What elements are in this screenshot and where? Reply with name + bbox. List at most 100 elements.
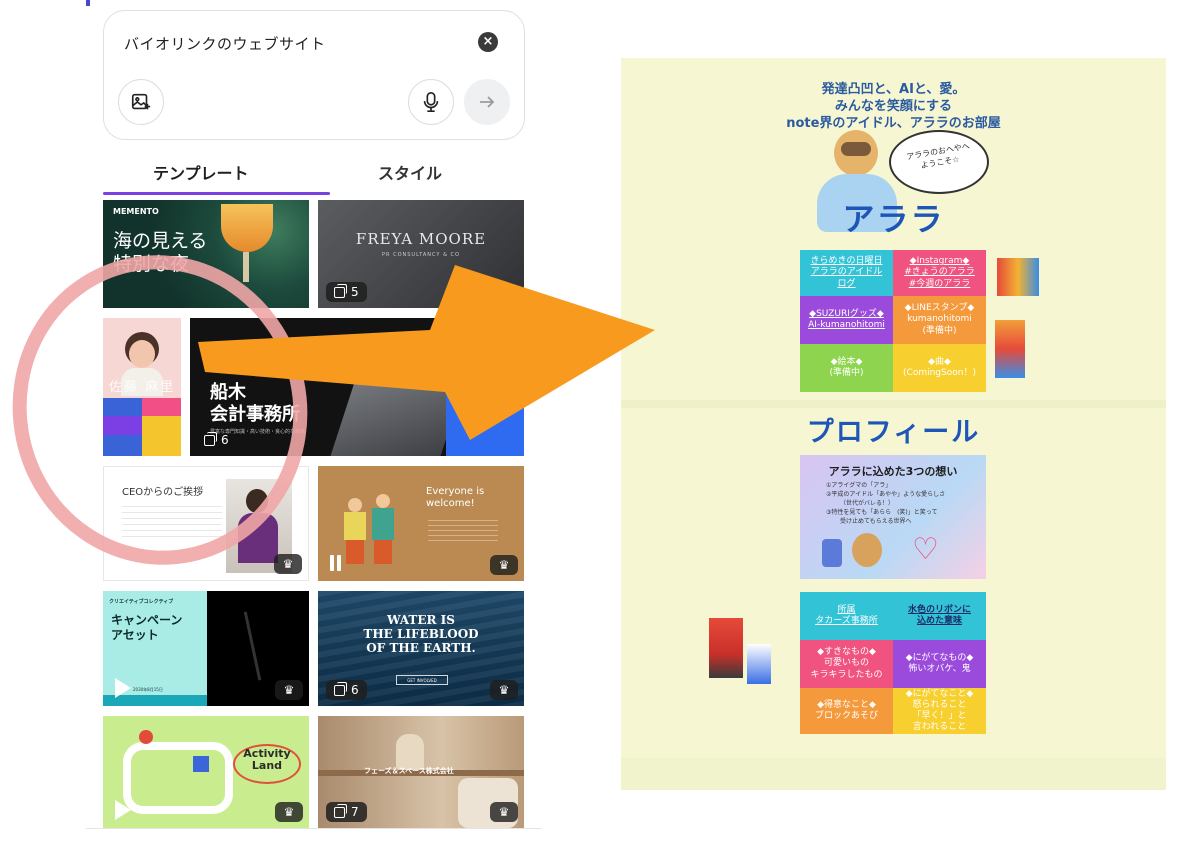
active-tab-indicator [103, 192, 330, 195]
figure-1-head [348, 498, 362, 512]
ceo-body-text [122, 501, 222, 541]
activity-dot-2 [193, 756, 209, 772]
profile-card-title: アララに込めた3つの想い [828, 465, 958, 478]
add-image-button[interactable] [118, 79, 164, 125]
activity-dot-1 [139, 730, 153, 744]
template-activity-land[interactable]: Activity Land ♛ [103, 716, 309, 828]
template-water[interactable]: WATER IS THE LIFEBLOOD OF THE EARTH. GET… [318, 591, 524, 706]
profile-dislikes: ◆にがてなもの◆ 怖いオバケ、鬼 [893, 640, 986, 688]
profile-skills-label: ◆得意なこと◆ ブロックあそび [814, 699, 878, 721]
everyone-body-text [428, 516, 498, 544]
sato-block-2 [142, 398, 181, 416]
mascot-mask [841, 142, 871, 156]
clear-icon[interactable]: × [478, 32, 498, 52]
sato-name: 佐藤 麻里 [109, 380, 176, 395]
site-header-line-3: note界のアイドル、アララのお部屋 [786, 116, 1001, 131]
pages-icon [334, 803, 347, 818]
page-count-badge: 6 [196, 430, 237, 450]
search-input[interactable]: バイオリンクのウェブサイト [124, 33, 326, 54]
link-blog-label: きらめきの日曜日 アララのアイドル ログ [810, 256, 883, 289]
robot-toy-1 [997, 258, 1039, 296]
profile-affiliation[interactable]: 所属 タカーズ事務所 [800, 592, 893, 640]
freya-title: FREYA MOORE [355, 230, 487, 248]
bio-link-website: 発達凸凹と、AIと、愛。 みんなを笑顔にする note界のアイドル、アララのお部… [621, 58, 1166, 790]
profile-weaknesses-label: ◆にがてなこと◆ 怒られること 「早く！」と 言われること [905, 688, 974, 733]
cocktail-stem [243, 252, 249, 282]
profile-weaknesses: ◆にがてなこと◆ 怒られること 「早く！」と 言われること [893, 688, 986, 734]
sato-block-3 [103, 416, 142, 435]
card-robot [822, 539, 842, 567]
profile-card: アララに込めた3つの想い ①アライグマの「アラ」 ②平成のアイドル「あやや」よう… [800, 455, 986, 579]
link-picture-book-label: ◆絵本◆ (準備中) [829, 356, 864, 378]
sato-block-6 [142, 435, 181, 456]
top-edge [86, 0, 542, 6]
robot-toy-3 [709, 618, 743, 678]
template-everyone-welcome[interactable]: Everyone is welcome! ♛ [318, 466, 524, 581]
figure-2-head [376, 494, 390, 508]
arrow-right-icon [480, 96, 495, 108]
template-sato-mari[interactable]: 佐藤 麻里 [103, 318, 181, 456]
profile-heading: プロフィール [806, 417, 981, 448]
play-icon[interactable] [115, 800, 131, 820]
send-button[interactable] [464, 79, 510, 125]
page-count: 6 [351, 683, 359, 697]
premium-crown-icon: ♛ [490, 680, 518, 700]
ceo-photo-body [238, 513, 278, 563]
freya-subtitle: PR CONSULTANCY & CO [382, 252, 460, 258]
template-memento[interactable]: MEMENTO 海の見える 特別な夜 [103, 200, 309, 308]
page-count: 7 [351, 805, 359, 819]
pages-icon [334, 283, 347, 298]
bottom-divider [86, 828, 542, 829]
prompt-box[interactable]: バイオリンクのウェブサイト × [103, 10, 525, 140]
link-suzuri[interactable]: ◆SUZURIグッズ◆ AI-kumanohitomi [800, 296, 893, 344]
portrait-face [129, 340, 155, 368]
profile-card-line-5: 受け止めてもらえる世界へ [840, 518, 912, 525]
pages-icon [334, 681, 347, 696]
link-picture-book[interactable]: ◆絵本◆ (準備中) [800, 344, 893, 392]
premium-crown-icon: ♛ [490, 555, 518, 575]
template-phase-space[interactable]: フェーズ＆スペース株式会社 7 ♛ [318, 716, 524, 828]
campaign-brand: クリエイティブコレクティブ [109, 599, 174, 605]
card-mascot [852, 533, 882, 567]
blue-template-photo [458, 362, 508, 396]
voice-input-button[interactable] [408, 79, 454, 125]
water-title: WATER IS THE LIFEBLOOD OF THE EARTH. [363, 613, 479, 655]
template-search-panel: バイオリンクのウェブサイト × テンプレート スタイル MEMENTO 海の見え… [86, 0, 542, 849]
link-blog[interactable]: きらめきの日曜日 アララのアイドル ログ [800, 250, 893, 296]
pages-icon [204, 431, 217, 446]
activity-title: Activity Land [243, 747, 291, 772]
robot-toy-2 [995, 320, 1025, 378]
page-count-badge: 6 [326, 680, 367, 700]
pause-icon[interactable] [328, 555, 342, 571]
everyone-title: Everyone is welcome! [426, 486, 485, 509]
ceo-title: CEOからのご挨拶 [122, 487, 204, 498]
play-icon[interactable] [115, 678, 131, 698]
template-campaign-assets[interactable]: クリエイティブコレクティブ キャンペーン アセット 2030年8月15日 ♛ [103, 591, 309, 706]
link-line-stamp[interactable]: ◆LINEスタンプ◆ kumanohitomi (準備中) [893, 296, 986, 344]
sato-block-5 [103, 435, 142, 456]
profile-ribbon-meaning[interactable]: 水色のリボンに 込めた意味 [893, 592, 986, 640]
campaign-date: 2030年8月15日 [133, 687, 163, 692]
memento-brand: MEMENTO [113, 207, 159, 216]
figure-1-body [344, 512, 366, 540]
template-ceo-greeting[interactable]: CEOからのご挨拶 ♛ [103, 466, 309, 581]
link-instagram[interactable]: ◆Instagram◆ #きょうのアララ #今週のアララ [893, 250, 986, 296]
activity-path [123, 742, 233, 814]
link-song[interactable]: ◆曲◆ (ComingSoon！) [893, 344, 986, 392]
funaki-title: 船木 会計事務所 [210, 382, 300, 425]
profile-likes: ◆すきなもの◆ 可愛いもの キラキラしたもの [800, 640, 893, 688]
water-cta: GET INVOLVED [396, 675, 448, 685]
tab-templates[interactable]: テンプレート [153, 160, 249, 184]
template-freya-moore[interactable]: FREYA MOORE PR CONSULTANCY & CO 5 [318, 200, 524, 308]
template-funaki-accounting[interactable]: 船木 会計事務所 豊富な専門知識・高い技術・良心的な価格 6 [190, 318, 524, 456]
site-logo: アララ [842, 200, 945, 238]
page-count: 5 [351, 285, 359, 299]
campaign-title: キャンペーン アセット [111, 613, 183, 642]
page-count-badge: 7 [326, 802, 367, 822]
vase [396, 734, 424, 770]
tab-styles[interactable]: スタイル [378, 160, 442, 184]
profile-affiliation-label: 所属 タカーズ事務所 [815, 604, 878, 626]
profile-ribbon-label: 水色のリボンに 込めた意味 [907, 604, 971, 626]
page-count: 6 [221, 433, 229, 447]
phase-brand: フェーズ＆スペース株式会社 [364, 767, 454, 775]
